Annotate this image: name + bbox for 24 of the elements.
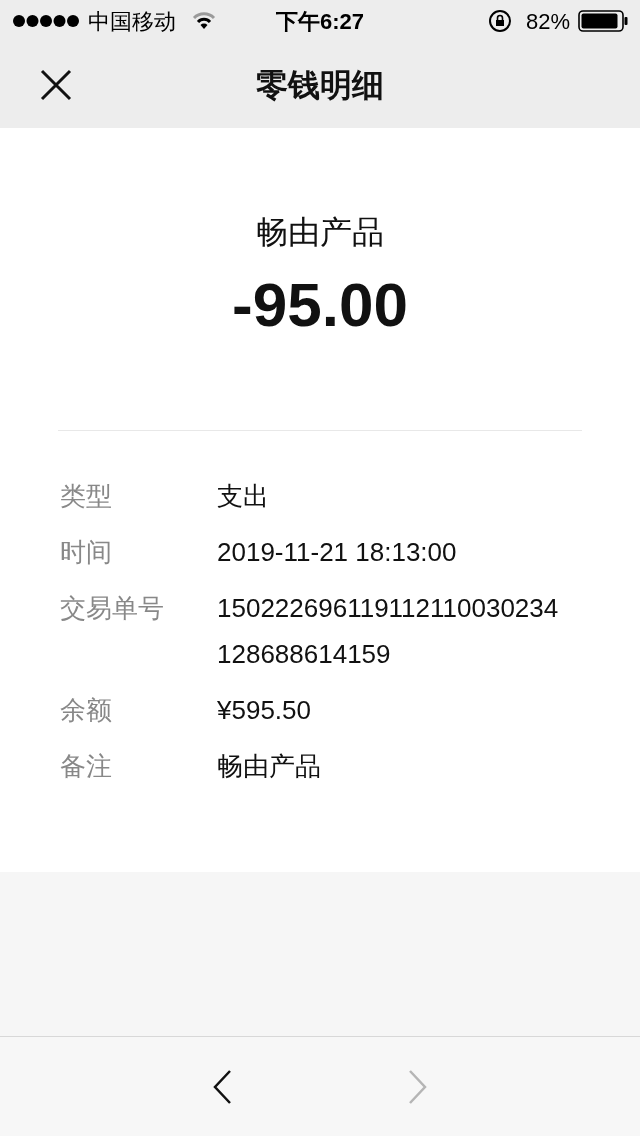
close-button[interactable]	[38, 67, 74, 103]
detail-value: 2019-11-21 18:13:00	[217, 536, 458, 569]
detail-label: 类型	[60, 480, 113, 513]
clock-time: 下午6:27	[274, 7, 365, 36]
merchant-name: 畅由产品	[256, 213, 384, 252]
wifi-icon	[192, 12, 216, 30]
detail-label: 时间	[60, 536, 113, 569]
page-title: 零钱明细	[256, 66, 384, 105]
detail-label: 备注	[60, 750, 113, 783]
rotation-lock-icon	[487, 9, 512, 33]
signal-icon	[12, 14, 80, 28]
transaction-amount: -95.00	[232, 274, 408, 336]
detail-value: 畅由产品	[217, 750, 322, 783]
close-icon	[40, 69, 72, 101]
detail-label: 余额	[60, 694, 113, 727]
battery-icon	[578, 10, 628, 32]
chevron-left-icon	[211, 1068, 233, 1105]
detail-value: ¥595.50	[217, 694, 312, 727]
battery-percent: 82%	[525, 7, 570, 36]
detail-value: 支出	[217, 480, 270, 513]
carrier-name: 中国移动	[88, 7, 176, 36]
detail-label: 交易单号	[60, 592, 165, 625]
chevron-right-icon	[407, 1068, 429, 1105]
detail-value: 150222696119112110030234128688614159	[217, 592, 560, 671]
